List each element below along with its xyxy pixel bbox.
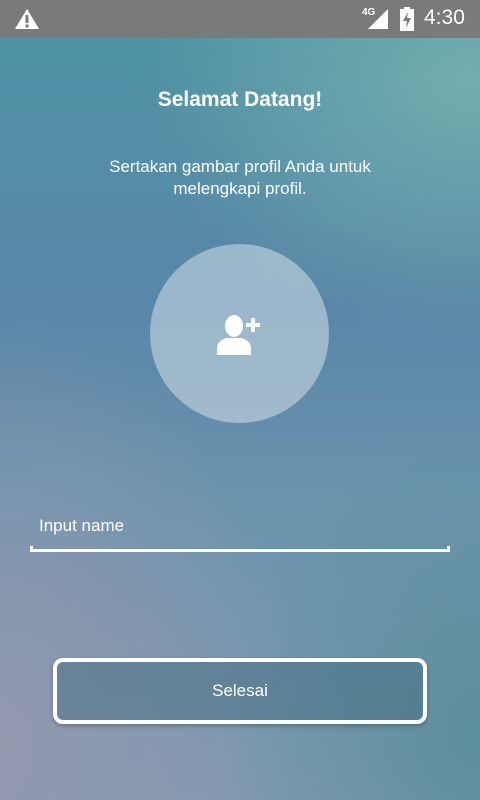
add-profile-picture-button[interactable] (150, 244, 329, 423)
warning-icon (15, 9, 39, 29)
page-subtitle: Sertakan gambar profil Anda untuk meleng… (109, 157, 371, 198)
add-user-icon (217, 315, 260, 355)
page-title: Selamat Datang! (157, 88, 323, 111)
signal-icon (368, 9, 388, 29)
status-time: 4:30 (424, 6, 465, 29)
done-button[interactable]: Selesai (53, 658, 427, 724)
name-input-underline (30, 546, 450, 552)
status-bar: 4G 4:30 (0, 0, 480, 38)
battery-charging-icon (400, 7, 414, 31)
name-field (30, 508, 451, 556)
name-input[interactable] (30, 508, 451, 544)
welcome-screen: Selamat Datang! Sertakan gambar profil A… (0, 38, 480, 800)
